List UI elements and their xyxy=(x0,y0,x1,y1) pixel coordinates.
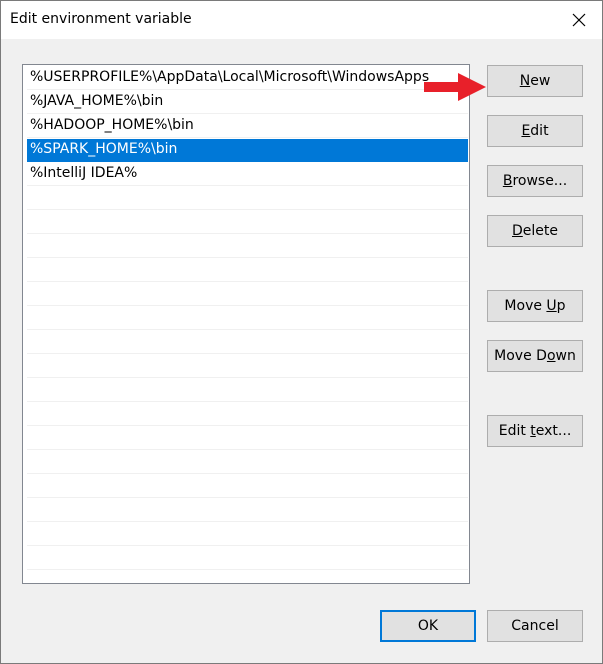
list-item[interactable]: %HADOOP_HOME%\bin xyxy=(27,115,468,138)
empty-list-row[interactable] xyxy=(27,523,468,546)
empty-list-row[interactable] xyxy=(27,331,468,354)
ok-button[interactable]: OK xyxy=(380,610,476,642)
move-up-button[interactable]: Move Up xyxy=(487,290,583,322)
path-list[interactable]: %USERPROFILE%\AppData\Local\Microsoft\Wi… xyxy=(22,64,470,584)
empty-list-row[interactable] xyxy=(27,259,468,282)
empty-list-row[interactable] xyxy=(27,283,468,306)
empty-list-row[interactable] xyxy=(27,187,468,210)
edit-text-button[interactable]: Edit text... xyxy=(487,415,583,447)
cancel-button[interactable]: Cancel xyxy=(487,610,583,642)
delete-button[interactable]: Delete xyxy=(487,215,583,247)
list-item[interactable]: %SPARK_HOME%\bin xyxy=(27,139,468,162)
list-item-text: %USERPROFILE%\AppData\Local\Microsoft\Wi… xyxy=(30,69,430,85)
empty-list-row[interactable] xyxy=(27,403,468,426)
empty-list-row[interactable] xyxy=(27,235,468,258)
move-down-button[interactable]: Move Down xyxy=(487,340,583,372)
close-button[interactable] xyxy=(556,1,602,39)
empty-list-row[interactable] xyxy=(27,427,468,450)
list-item[interactable]: %USERPROFILE%\AppData\Local\Microsoft\Wi… xyxy=(27,67,468,90)
empty-list-row[interactable] xyxy=(27,547,468,570)
list-item-text: %IntelliJ IDEA% xyxy=(30,165,138,181)
empty-list-row[interactable] xyxy=(27,499,468,522)
list-item-text: %JAVA_HOME%\bin xyxy=(30,93,164,109)
close-icon xyxy=(572,13,586,27)
empty-list-row[interactable] xyxy=(27,355,468,378)
list-item-text: %HADOOP_HOME%\bin xyxy=(30,117,194,133)
empty-list-row[interactable] xyxy=(27,211,468,234)
new-button[interactable]: New xyxy=(487,65,583,97)
red-arrow-icon xyxy=(424,73,486,101)
edit-button[interactable]: Edit xyxy=(487,115,583,147)
list-item[interactable]: %IntelliJ IDEA% xyxy=(27,163,468,186)
empty-list-row[interactable] xyxy=(27,307,468,330)
title-bar: Edit environment variable xyxy=(1,1,602,39)
empty-list-row[interactable] xyxy=(27,451,468,474)
window-title: Edit environment variable xyxy=(10,11,192,27)
browse-button[interactable]: Browse... xyxy=(487,165,583,197)
list-item-text: %SPARK_HOME%\bin xyxy=(30,141,178,157)
empty-list-row[interactable] xyxy=(27,379,468,402)
list-item[interactable]: %JAVA_HOME%\bin xyxy=(27,91,468,114)
empty-list-row[interactable] xyxy=(27,475,468,498)
edit-environment-variable-dialog: Edit environment variable %USERPROFILE%\… xyxy=(0,0,603,664)
